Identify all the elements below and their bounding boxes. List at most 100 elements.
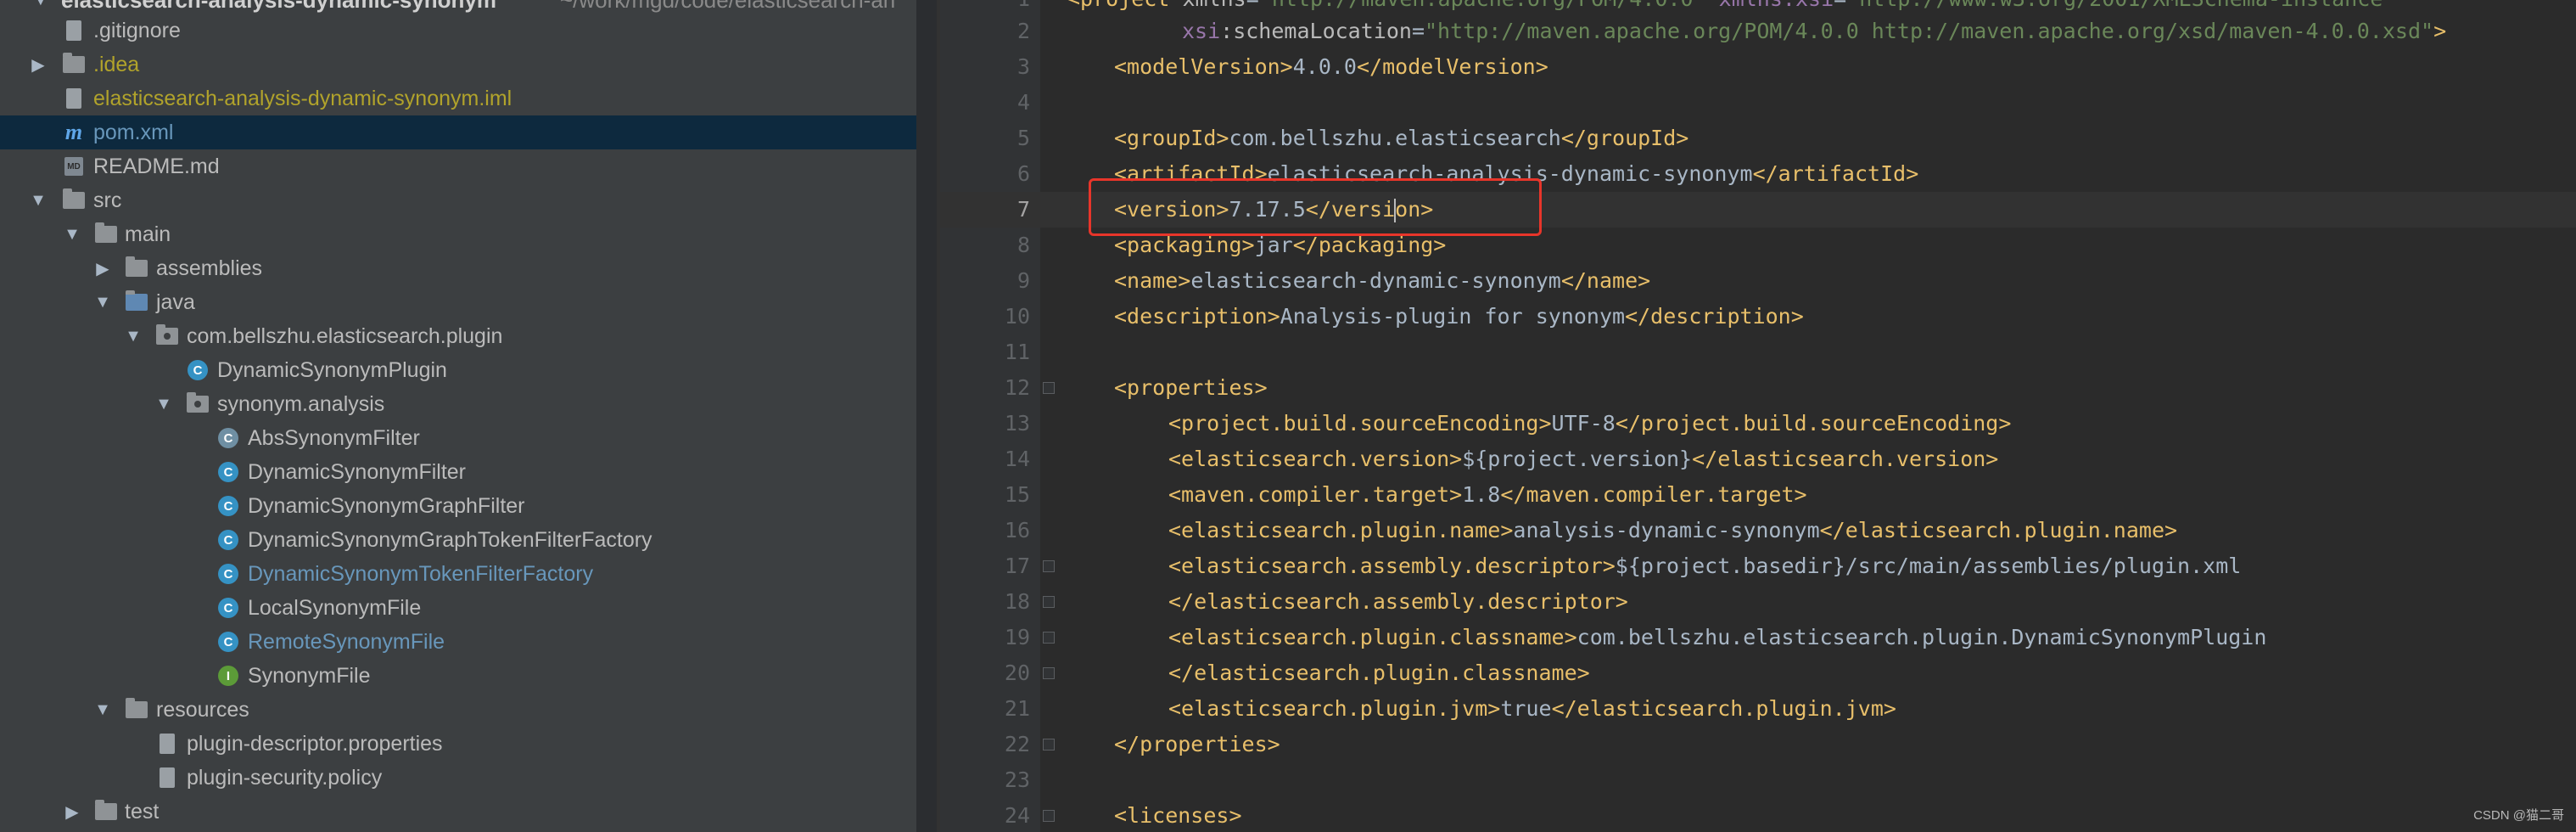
tree-row-pom[interactable]: m pom.xml	[0, 115, 916, 149]
tree-row-resources[interactable]: ▼ resources	[0, 693, 916, 727]
line-number: 3	[1016, 54, 1030, 79]
package-icon	[156, 319, 178, 353]
code-line[interactable]: 17 <elasticsearch.assembly.descriptor>${…	[940, 548, 2576, 584]
project-tool-window: ▼ elasticsearch-analysis-dynamic-synonym…	[0, 0, 916, 832]
tree-row-assemblies[interactable]: ▶ assemblies	[0, 251, 916, 285]
code-line[interactable]: 15 <maven.compiler.target>1.8</maven.com…	[940, 477, 2576, 513]
code-line[interactable]: 12 <properties>	[940, 370, 2576, 406]
chevron-down-icon[interactable]: ▼	[92, 285, 114, 319]
tree-row-dynamic-synonym-graph-filter[interactable]: C DynamicSynonymGraphFilter	[0, 489, 916, 523]
line-number: 14	[1004, 447, 1030, 471]
tree-item-label: synonym.analysis	[217, 391, 385, 416]
line-number: 4	[1016, 90, 1030, 115]
line-number: 19	[1004, 625, 1030, 649]
tree-row-java[interactable]: ▼ java	[0, 285, 916, 319]
chevron-down-icon[interactable]: ▼	[32, 0, 49, 14]
fold-marker-icon[interactable]	[1043, 632, 1055, 644]
code-line[interactable]: 21 <elasticsearch.plugin.jvm>true</elast…	[940, 691, 2576, 727]
tree-item-label: test	[125, 799, 160, 824]
code-line[interactable]: 10 <description>Analysis-plugin for syno…	[940, 299, 2576, 334]
code-line[interactable]: 23	[940, 762, 2576, 798]
chevron-down-icon[interactable]: ▼	[122, 319, 144, 353]
tree-row-plugin-security[interactable]: plugin-security.policy	[0, 761, 916, 795]
code-text: </elasticsearch.assembly.descriptor>	[1168, 589, 1628, 614]
code-text: <project.build.sourceEncoding>UTF-8</pro…	[1168, 411, 2012, 436]
tree-row-src[interactable]: ▼ src	[0, 183, 916, 217]
source-folder-icon	[126, 285, 148, 319]
tree-item-label: .gitignore	[93, 18, 181, 42]
fold-marker-icon[interactable]	[1043, 382, 1055, 394]
tree-row-root[interactable]: ▼ elasticsearch-analysis-dynamic-synonym…	[0, 0, 916, 14]
tree-item-label: java	[156, 290, 195, 314]
tree-item-label: AbsSynonymFilter	[248, 425, 420, 450]
code-line[interactable]: 4	[940, 85, 2576, 121]
tree-row-iml[interactable]: elasticsearch-analysis-dynamic-synonym.i…	[0, 82, 916, 115]
code-text: xsi:schemaLocation="http://maven.apache.…	[1182, 19, 2447, 43]
tree-row-dynamic-synonym-plugin[interactable]: C DynamicSynonymPlugin	[0, 353, 916, 387]
fold-marker-icon[interactable]	[1043, 596, 1055, 608]
tree-item-label: main	[125, 222, 171, 246]
code-line[interactable]: 2 xsi:schemaLocation="http://maven.apach…	[940, 14, 2576, 49]
tree-row-local-synonym-file[interactable]: C LocalSynonymFile	[0, 591, 916, 625]
chevron-down-icon[interactable]: ▼	[92, 693, 114, 727]
fold-marker-icon[interactable]	[1043, 810, 1055, 822]
tree-row-dynamic-synonym-filter[interactable]: C DynamicSynonymFilter	[0, 455, 916, 489]
code-line[interactable]: 22 </properties>	[940, 727, 2576, 762]
tree-row-idea[interactable]: ▶ .idea	[0, 48, 916, 82]
tree-row-plugin-descriptor[interactable]: plugin-descriptor.properties	[0, 727, 916, 761]
code-text: <maven.compiler.target>1.8</maven.compil…	[1168, 482, 1807, 507]
code-line[interactable]: 14 <elasticsearch.version>${project.vers…	[940, 441, 2576, 477]
class-icon: C	[217, 591, 239, 625]
tree-row-package-synonym-analysis[interactable]: ▼ synonym.analysis	[0, 387, 916, 421]
tree-item-label: pom.xml	[93, 120, 174, 144]
line-number: 8	[1016, 233, 1030, 257]
line-number: 18	[1004, 589, 1030, 614]
chevron-down-icon[interactable]: ▼	[61, 217, 83, 251]
code-text: <licenses>	[1114, 803, 1242, 828]
code-line[interactable]: 18 </elasticsearch.assembly.descriptor>	[940, 584, 2576, 620]
module-file-icon	[63, 82, 85, 115]
chevron-right-icon[interactable]: ▶	[92, 251, 114, 285]
fold-marker-icon[interactable]	[1043, 560, 1055, 572]
tree-item-label: RemoteSynonymFile	[248, 629, 445, 654]
line-number: 22	[1004, 732, 1030, 756]
tree-item-label: DynamicSynonymTokenFilterFactory	[248, 561, 594, 586]
code-editor[interactable]: 1 <project xmlns="http://maven.apache.or…	[940, 0, 2576, 832]
tree-row-test[interactable]: ▶ test	[0, 795, 916, 829]
tree-row-synonym-file[interactable]: I SynonymFile	[0, 659, 916, 693]
code-line[interactable]: 9 <name>elasticsearch-dynamic-synonym</n…	[940, 263, 2576, 299]
tree-row-package-plugin[interactable]: ▼ com.bellszhu.elasticsearch.plugin	[0, 319, 916, 353]
tree-row-graph-token-filter-factory[interactable]: C DynamicSynonymGraphTokenFilterFactory	[0, 523, 916, 557]
code-line[interactable]: 20 </elasticsearch.plugin.classname>	[940, 655, 2576, 691]
tree-row-main[interactable]: ▼ main	[0, 217, 916, 251]
tree-row-remote-synonym-file[interactable]: C RemoteSynonymFile	[0, 625, 916, 659]
line-number: 5	[1016, 126, 1030, 150]
tree-item-label: elasticsearch-analysis-dynamic-synonym	[61, 0, 497, 13]
fold-marker-icon[interactable]	[1043, 667, 1055, 679]
chevron-right-icon[interactable]: ▶	[61, 795, 83, 829]
code-line[interactable]: 5 <groupId>com.bellszhu.elasticsearch</g…	[940, 121, 2576, 156]
highlight-annotation-box	[1089, 178, 1542, 236]
tree-row-token-filter-factory[interactable]: C DynamicSynonymTokenFilterFactory	[0, 557, 916, 591]
code-line[interactable]: 13 <project.build.sourceEncoding>UTF-8</…	[940, 406, 2576, 441]
tree-row-readme[interactable]: MD README.md	[0, 149, 916, 183]
fold-marker-icon[interactable]	[1043, 739, 1055, 750]
resources-folder-icon	[126, 693, 148, 727]
code-line[interactable]: 24 <licenses>	[940, 798, 2576, 832]
tree-row-abs-synonym-filter[interactable]: C AbsSynonymFilter	[0, 421, 916, 455]
code-line[interactable]: 11	[940, 334, 2576, 370]
chevron-right-icon[interactable]: ▶	[27, 48, 49, 82]
code-line[interactable]: 16 <elasticsearch.plugin.name>analysis-d…	[940, 513, 2576, 548]
tree-item-label: assemblies	[156, 256, 263, 280]
code-line[interactable]: 19 <elasticsearch.plugin.classname>com.b…	[940, 620, 2576, 655]
properties-file-icon	[156, 727, 178, 761]
code-text: <description>Analysis-plugin for synonym…	[1114, 304, 1804, 329]
code-line[interactable]: 3 <modelVersion>4.0.0</modelVersion>	[940, 49, 2576, 85]
file-icon	[63, 14, 85, 48]
tree-item-label: src	[93, 188, 122, 212]
folder-icon	[126, 251, 148, 285]
tree-row-gitignore[interactable]: .gitignore	[0, 14, 916, 48]
chevron-down-icon[interactable]: ▼	[153, 387, 175, 421]
line-number: 23	[1004, 767, 1030, 792]
chevron-down-icon[interactable]: ▼	[27, 183, 49, 217]
